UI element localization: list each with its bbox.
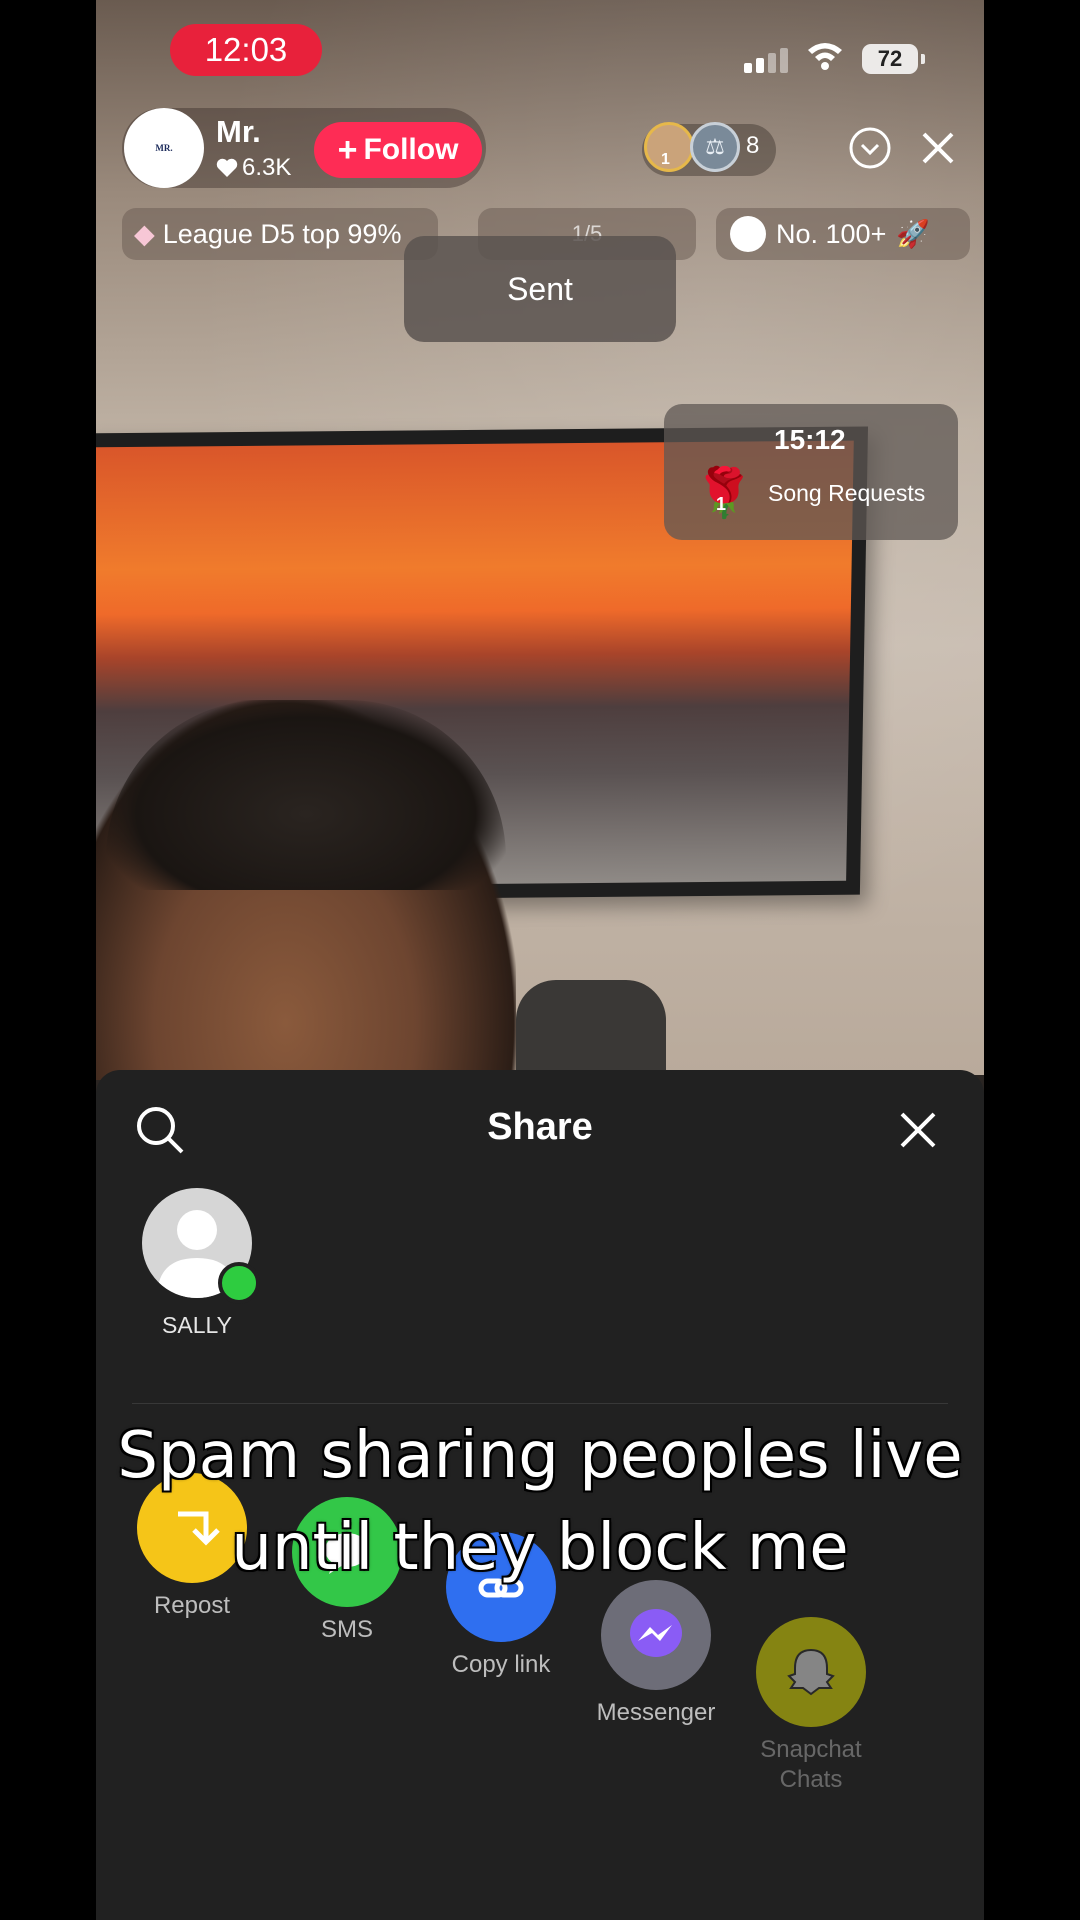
host-avatar[interactable]: MR. bbox=[124, 108, 204, 188]
share-snapchat[interactable]: Snapchat Chats bbox=[746, 1617, 876, 1795]
top-viewer-avatar[interactable]: 1 bbox=[644, 122, 694, 172]
rose-count: 1 bbox=[716, 494, 727, 514]
cellular-signal-icon bbox=[744, 48, 788, 73]
caption-line-1: Spam sharing peoples live bbox=[117, 1419, 963, 1493]
online-indicator bbox=[218, 1262, 260, 1304]
heart-icon bbox=[216, 158, 238, 177]
viewer-count[interactable]: 8 bbox=[746, 132, 759, 160]
divider bbox=[132, 1403, 948, 1404]
close-share-icon[interactable] bbox=[898, 1110, 938, 1150]
battery-icon: 72 bbox=[862, 44, 925, 74]
diamond-icon: ◆ bbox=[134, 218, 155, 249]
status-time: 12:03 bbox=[170, 24, 322, 76]
host-name[interactable]: Mr. bbox=[216, 114, 261, 150]
wifi-icon bbox=[808, 43, 842, 70]
sent-toast: Sent bbox=[404, 236, 676, 342]
league-text: League D5 top 99% bbox=[162, 218, 402, 249]
share-messenger[interactable]: Messenger bbox=[591, 1580, 721, 1728]
follow-label: Follow bbox=[363, 133, 459, 166]
share-label: Snapchat Chats bbox=[760, 1736, 862, 1793]
share-title: Share bbox=[487, 1106, 593, 1148]
ranking-badge[interactable]: No. 100+ 🚀 bbox=[716, 208, 970, 260]
share-label: SMS bbox=[320, 1616, 373, 1643]
share-label: Repost bbox=[153, 1592, 231, 1619]
video-caption: Spam sharing peoples live until they blo… bbox=[96, 1410, 984, 1594]
chevron-down-icon[interactable] bbox=[848, 126, 892, 170]
follow-button[interactable]: + Follow bbox=[314, 122, 482, 178]
song-requests-label: Song Requests bbox=[768, 480, 926, 506]
rank-icon bbox=[730, 216, 766, 252]
song-requests-card[interactable]: 15:12 🌹 1 Song Requests bbox=[664, 404, 958, 540]
viewer-rank: 1 bbox=[661, 151, 670, 168]
likes-count: 6.3K bbox=[242, 154, 292, 181]
song-timer: 15:12 bbox=[774, 424, 846, 455]
chair bbox=[516, 980, 666, 1080]
contact-name: SALLY bbox=[162, 1312, 232, 1338]
league-badge[interactable]: ◆ League D5 top 99% bbox=[122, 208, 438, 260]
rank-text: No. 100+ bbox=[776, 218, 887, 249]
live-stream-screen: 12:03 72 MR. Mr. 6.3K + Follow 1 ⚖ 8 ◆ L… bbox=[96, 0, 984, 1920]
viewer-seat-icon[interactable]: ⚖ bbox=[690, 122, 740, 172]
share-label: Messenger bbox=[596, 1699, 716, 1726]
caption-line-2: until they block me bbox=[231, 1511, 849, 1585]
messenger-icon bbox=[601, 1580, 711, 1690]
plus-icon: + bbox=[337, 131, 358, 169]
snapchat-icon bbox=[756, 1617, 866, 1727]
rocket-icon: 🚀 bbox=[896, 219, 930, 249]
close-icon[interactable] bbox=[916, 126, 960, 170]
host-likes: 6.3K bbox=[216, 154, 291, 182]
share-label: Copy link bbox=[451, 1651, 551, 1678]
